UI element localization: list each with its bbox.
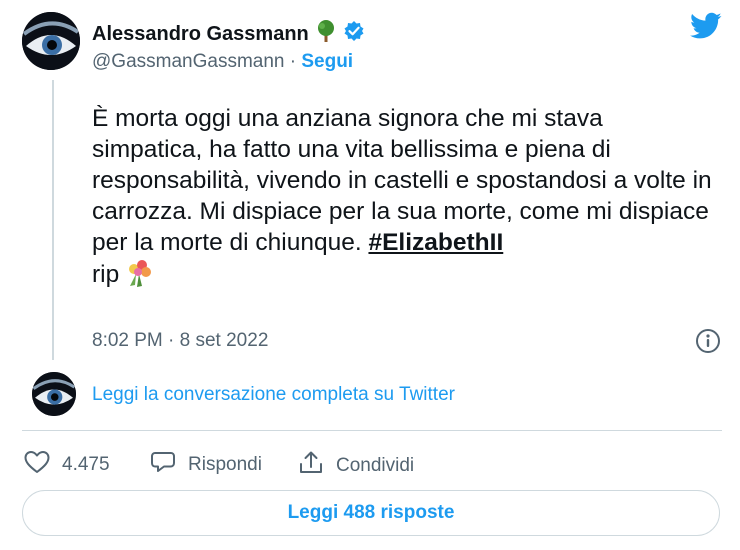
share-label: Condividi bbox=[336, 455, 415, 476]
eye-avatar-image bbox=[32, 372, 76, 416]
timestamp[interactable]: 8:02 PM · 8 set 2022 bbox=[92, 330, 268, 352]
thread-line bbox=[52, 80, 54, 360]
read-conversation-link[interactable]: Leggi la conversazione completa su Twitt… bbox=[92, 384, 455, 406]
reply-icon[interactable] bbox=[150, 450, 176, 480]
hashtag-link[interactable]: #ElizabethII bbox=[368, 229, 503, 256]
follow-button[interactable]: Segui bbox=[301, 51, 353, 72]
read-replies-button[interactable]: Leggi 488 risposte bbox=[22, 490, 720, 536]
author-handle[interactable]: @GassmanGassmann bbox=[92, 51, 284, 72]
like-action[interactable]: 4.475 bbox=[24, 450, 110, 480]
handle-separator: · bbox=[284, 51, 302, 72]
heart-icon[interactable] bbox=[24, 450, 50, 480]
author-avatar[interactable] bbox=[22, 12, 80, 70]
eye-avatar-image bbox=[22, 12, 80, 70]
tree-emoji-icon bbox=[315, 19, 337, 49]
like-count: 4.475 bbox=[62, 454, 110, 475]
bouquet-emoji-icon bbox=[126, 258, 154, 296]
verified-badge-icon bbox=[343, 20, 365, 48]
tweet-tail: rip bbox=[92, 261, 120, 288]
author-name-row[interactable]: Alessandro Gassmann bbox=[92, 19, 365, 49]
handle-row: @GassmanGassmann · Segui bbox=[92, 51, 353, 73]
conversation-avatar bbox=[32, 372, 76, 416]
share-action[interactable]: Condividi bbox=[298, 450, 414, 482]
tweet-text: È morta oggi una anziana signora che mi … bbox=[92, 103, 717, 296]
twitter-bird-icon[interactable] bbox=[690, 12, 722, 45]
reply-action[interactable]: Rispondi bbox=[150, 450, 262, 480]
share-icon[interactable] bbox=[298, 450, 324, 482]
divider bbox=[22, 430, 722, 431]
info-icon[interactable] bbox=[695, 328, 721, 359]
reply-label: Rispondi bbox=[188, 454, 262, 475]
author-name[interactable]: Alessandro Gassmann bbox=[92, 23, 309, 46]
